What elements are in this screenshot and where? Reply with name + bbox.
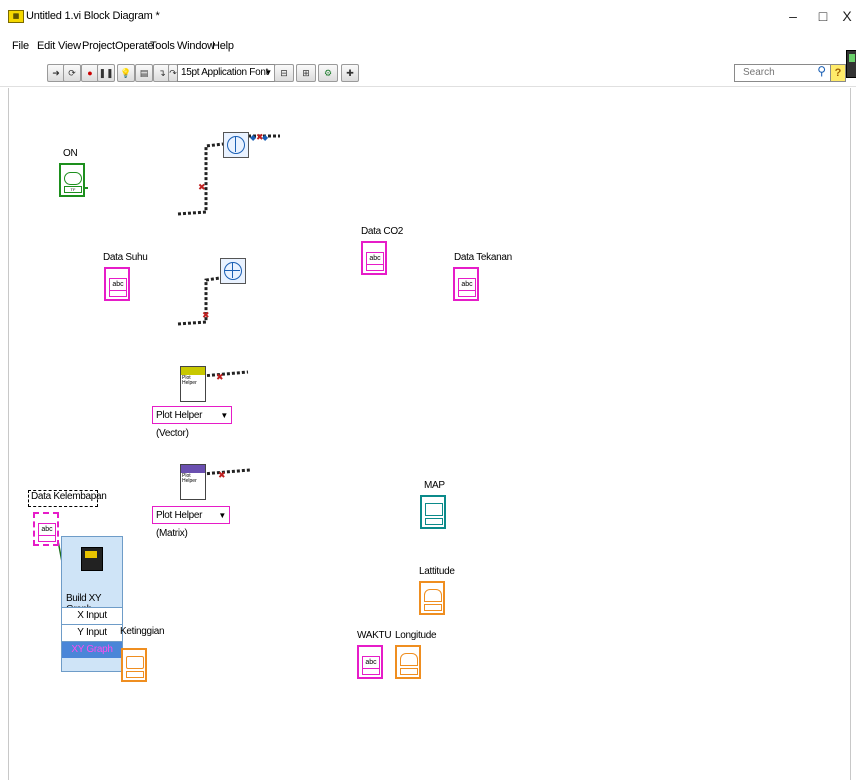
terminal-foot: [38, 535, 56, 542]
clean-up-diagram-icon[interactable]: ✚: [341, 64, 359, 82]
map-cluster-terminal[interactable]: [420, 495, 446, 529]
data-tekanan-label: Data Tekanan: [454, 252, 512, 263]
menu-view[interactable]: View: [58, 40, 81, 52]
longitude-label: Longitude: [395, 630, 437, 641]
labview-vi-icon: ▦: [8, 10, 24, 23]
build-xy-graph-node[interactable]: Build XY Graph X Input Y Input XY Graph: [61, 536, 123, 672]
window-left-edge: [8, 88, 9, 780]
data-suhu-label: Data Suhu: [103, 252, 148, 263]
compass-chart-icon[interactable]: [220, 258, 246, 284]
pause-icon[interactable]: ❚❚: [97, 64, 115, 82]
data-kelembapan-terminal[interactable]: abc: [33, 512, 59, 546]
terminal-foot: [425, 518, 443, 525]
menu-edit[interactable]: Edit: [37, 40, 55, 52]
on-label: ON: [63, 148, 78, 159]
data-suhu-terminal[interactable]: abc: [104, 267, 130, 301]
context-help-button[interactable]: ?: [830, 64, 846, 82]
title-bar: ▦ Untitled 1.vi Block Diagram * – □ X: [0, 0, 856, 30]
terminal-foot: [126, 671, 144, 678]
data-kelembapan-label: Data Kelembapan: [31, 491, 107, 502]
chevron-down-icon: ▼: [218, 511, 226, 520]
ketinggian-terminal[interactable]: [121, 648, 147, 682]
menu-tools[interactable]: Tools: [150, 40, 175, 52]
menu-project[interactable]: Project: [82, 40, 115, 52]
retain-wire-values-icon[interactable]: ▤: [135, 64, 153, 82]
tf-text: TF: [64, 186, 82, 193]
menu-operate[interactable]: Operate: [115, 40, 154, 52]
lattitude-gauge-terminal[interactable]: [419, 581, 445, 615]
window-right-edge: [850, 88, 851, 780]
plot-helper-vector-icon[interactable]: Plot Helper: [180, 366, 206, 402]
plot-helper-text: Plot Helper: [182, 375, 197, 386]
search-icon[interactable]: ⚲: [817, 64, 826, 78]
highlight-execution-icon[interactable]: 💡: [117, 64, 135, 82]
search-input[interactable]: [743, 65, 807, 79]
xy-graph-row[interactable]: XY Graph: [62, 641, 122, 658]
longitude-gauge-terminal[interactable]: [395, 645, 421, 679]
block-diagram-canvas[interactable]: ✖ ✖ ✖ ✖ ✖ ◆ ◆ ON TF Data Suhu abc Data C…: [0, 88, 856, 780]
terminal-foot: [458, 290, 476, 297]
run-continuously-icon[interactable]: ⟳: [63, 64, 81, 82]
menu-file[interactable]: File: [12, 40, 29, 52]
waktu-terminal[interactable]: abc: [357, 645, 383, 679]
x-input-row[interactable]: X Input: [62, 607, 122, 624]
on-boolean-terminal[interactable]: TF: [59, 163, 85, 197]
terminal-foot: [109, 290, 127, 297]
close-button[interactable]: X: [834, 6, 856, 26]
waveform-chart-icon[interactable]: [223, 132, 249, 158]
terminal-foot: [366, 264, 384, 271]
terminal-foot: [400, 668, 418, 675]
plot-helper-matrix-icon[interactable]: Plot Helper: [180, 464, 206, 500]
font-select[interactable]: 15pt Application Font ▼: [177, 64, 275, 82]
font-select-value: 15pt Application Font: [181, 67, 269, 78]
minimize-button[interactable]: –: [780, 6, 806, 26]
svg-text:◆: ◆: [250, 133, 257, 142]
chevron-down-icon: ▼: [264, 68, 272, 77]
build-xy-graph-icon: [81, 547, 103, 571]
window-title: Untitled 1.vi Block Diagram *: [26, 10, 160, 22]
plot-helper-vector-select[interactable]: Plot Helper (Vector) ▼: [152, 406, 232, 439]
search-box[interactable]: ⚲: [734, 64, 831, 82]
distribute-objects-icon[interactable]: ⊞: [296, 64, 316, 82]
align-objects-icon[interactable]: ⊟: [274, 64, 294, 82]
reorder-icon[interactable]: ⚙: [318, 64, 338, 82]
menu-bar: File Edit View Project Operate Tools Win…: [0, 38, 856, 56]
menu-help[interactable]: Help: [212, 40, 234, 52]
vi-icon[interactable]: [846, 50, 856, 78]
svg-text:✖: ✖: [216, 372, 224, 382]
maximize-button[interactable]: □: [810, 6, 836, 26]
terminal-foot: [424, 604, 442, 611]
data-tekanan-terminal[interactable]: abc: [453, 267, 479, 301]
svg-text:✖: ✖: [198, 182, 206, 192]
data-co2-terminal[interactable]: abc: [361, 241, 387, 275]
svg-text:✖: ✖: [202, 310, 210, 320]
data-co2-label: Data CO2: [361, 226, 404, 237]
plot-helper-matrix-select[interactable]: Plot Helper (Matrix) ▼: [152, 506, 230, 539]
svg-text:✖: ✖: [218, 470, 226, 480]
plot-helper-text: Plot Helper: [182, 473, 197, 484]
y-input-row[interactable]: Y Input: [62, 624, 122, 641]
svg-text:◆: ◆: [262, 133, 269, 142]
lattitude-label: Lattitude: [419, 566, 455, 577]
terminal-foot: [362, 668, 380, 675]
menu-window[interactable]: Window: [177, 40, 215, 52]
toolbar: ➜ ⟳ ● ❚❚ 💡 ▤ ↴ ↷ 15pt Application Font ▼…: [0, 58, 856, 87]
ketinggian-label: Ketinggian: [120, 626, 165, 637]
waktu-label: WAKTU: [357, 630, 392, 641]
chevron-down-icon: ▼: [220, 411, 228, 420]
map-label: MAP: [424, 480, 445, 491]
